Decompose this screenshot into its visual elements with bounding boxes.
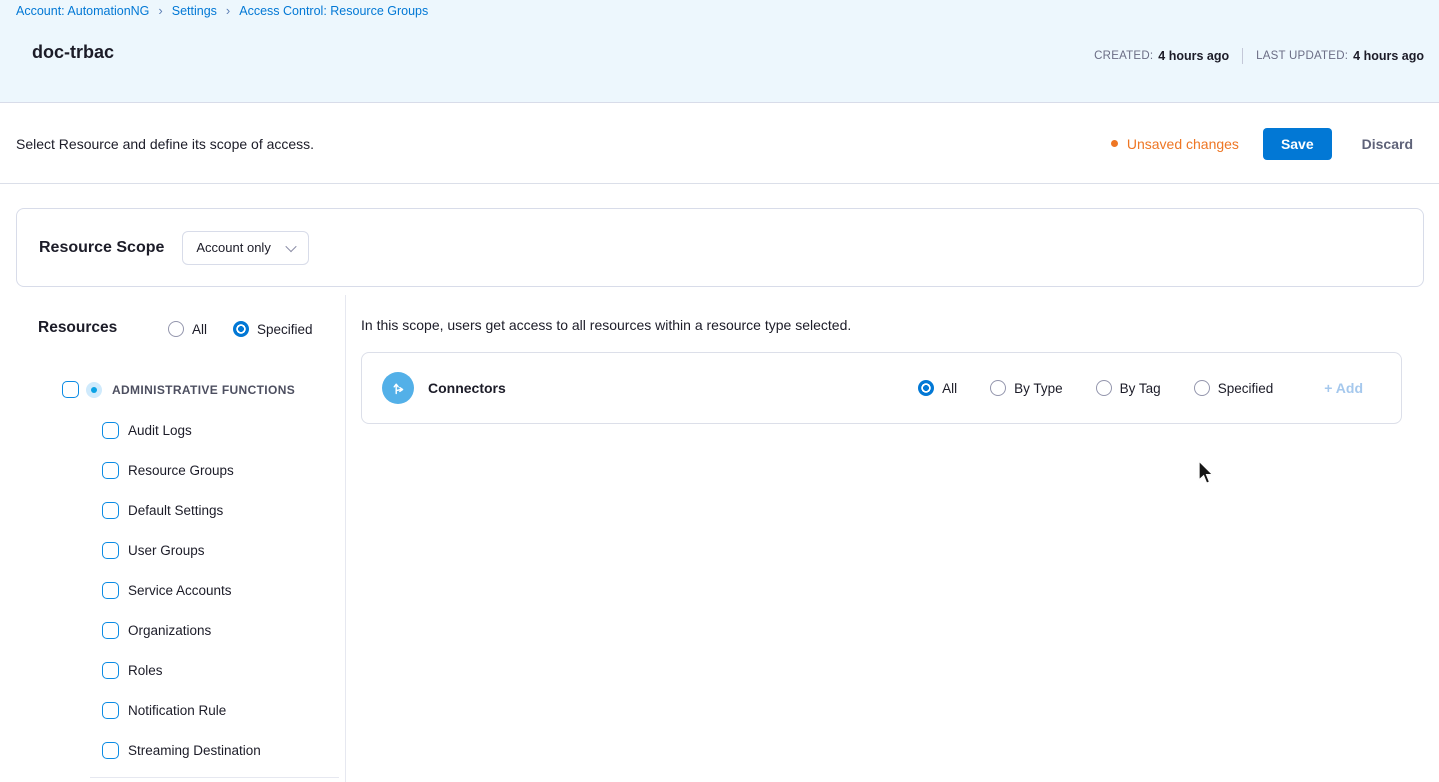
header-meta: CREATED: 4 hours ago LAST UPDATED: 4 hou… [1094,48,1424,64]
partial-row-divider [90,777,339,778]
list-item-resource-groups: Resource Groups [102,450,261,490]
checkbox[interactable] [102,742,119,759]
meta-divider [1242,48,1243,64]
page-header: Account: AutomationNG › Settings › Acces… [0,0,1439,103]
checkbox[interactable] [102,662,119,679]
access-option-specified[interactable]: Specified [1194,380,1274,396]
resources-filter-options: All Specified [168,321,313,337]
last-updated-label: LAST UPDATED: [1256,50,1348,62]
access-option-all[interactable]: All [918,380,957,396]
resources-filter-specified[interactable]: Specified [233,321,313,337]
list-item-organizations: Organizations [102,610,261,650]
resources-filter-all[interactable]: All [168,321,207,337]
discard-button[interactable]: Discard [1352,128,1423,160]
list-item-audit-logs: Audit Logs [102,410,261,450]
resource-scope-select[interactable]: Account only [182,231,308,265]
created-value: 4 hours ago [1158,49,1229,63]
breadcrumb: Account: AutomationNG › Settings › Acces… [16,4,428,18]
checkbox[interactable] [102,462,119,479]
collapse-toggle-icon[interactable] [86,382,102,398]
toggle-dot-icon [91,387,97,393]
last-updated-value: 4 hours ago [1353,49,1424,63]
resource-name: Connectors [428,380,506,396]
radio-icon[interactable] [1194,380,1210,396]
pane-divider [345,295,346,782]
radio-icon[interactable] [990,380,1006,396]
resources-panel-title: Resources [38,319,117,337]
unsaved-dot-icon [1111,140,1118,147]
access-scope-options: All By Type By Tag Specified + Add [918,380,1381,396]
page: Account: AutomationNG › Settings › Acces… [0,0,1439,782]
save-button[interactable]: Save [1263,128,1332,160]
checkbox[interactable] [102,582,119,599]
chevron-right-icon: › [158,4,162,17]
resource-group-administrative-functions: ADMINISTRATIVE FUNCTIONS [62,381,295,398]
created-label: CREATED: [1094,50,1153,62]
list-item-user-groups: User Groups [102,530,261,570]
connectors-resource-row: Connectors All By Type By Tag Specified … [361,352,1402,424]
list-item-default-settings: Default Settings [102,490,261,530]
radio-selected-icon[interactable] [918,380,934,396]
breadcrumb-access-control[interactable]: Access Control: Resource Groups [239,4,428,18]
list-item-service-accounts: Service Accounts [102,570,261,610]
toolbar-description: Select Resource and define its scope of … [16,136,314,152]
page-title: doc-trbac [32,42,114,63]
checkbox[interactable] [102,542,119,559]
list-item-notification-rule: Notification Rule [102,690,261,730]
scope-info-text: In this scope, users get access to all r… [361,317,851,333]
radio-selected-icon[interactable] [233,321,249,337]
access-option-by-tag[interactable]: By Tag [1096,380,1161,396]
group-label: ADMINISTRATIVE FUNCTIONS [112,383,295,397]
access-option-by-type[interactable]: By Type [990,380,1063,396]
checkbox[interactable] [102,622,119,639]
unsaved-changes-label: Unsaved changes [1127,136,1239,152]
group-checkbox[interactable] [62,381,79,398]
unsaved-changes-indicator: Unsaved changes [1111,136,1239,152]
resource-scope-selected-value: Account only [196,240,270,255]
mouse-cursor-icon [1197,460,1217,493]
checkbox[interactable] [102,502,119,519]
list-item-roles: Roles [102,650,261,690]
resource-scope-card: Resource Scope Account only [16,208,1424,287]
resource-type-list: Audit Logs Resource Groups Default Setti… [102,410,261,770]
checkbox[interactable] [102,422,119,439]
resource-scope-label: Resource Scope [39,239,164,257]
radio-icon[interactable] [168,321,184,337]
list-item-streaming-destination: Streaming Destination [102,730,261,770]
toolbar: Select Resource and define its scope of … [0,104,1439,184]
chevron-right-icon: › [226,4,230,17]
connectors-icon [382,372,414,404]
add-link[interactable]: + Add [1324,380,1363,396]
chevron-down-icon [285,240,296,251]
toolbar-actions: Unsaved changes Save Discard [1111,128,1423,160]
checkbox[interactable] [102,702,119,719]
breadcrumb-account[interactable]: Account: AutomationNG [16,4,149,18]
breadcrumb-settings[interactable]: Settings [172,4,217,18]
radio-icon[interactable] [1096,380,1112,396]
